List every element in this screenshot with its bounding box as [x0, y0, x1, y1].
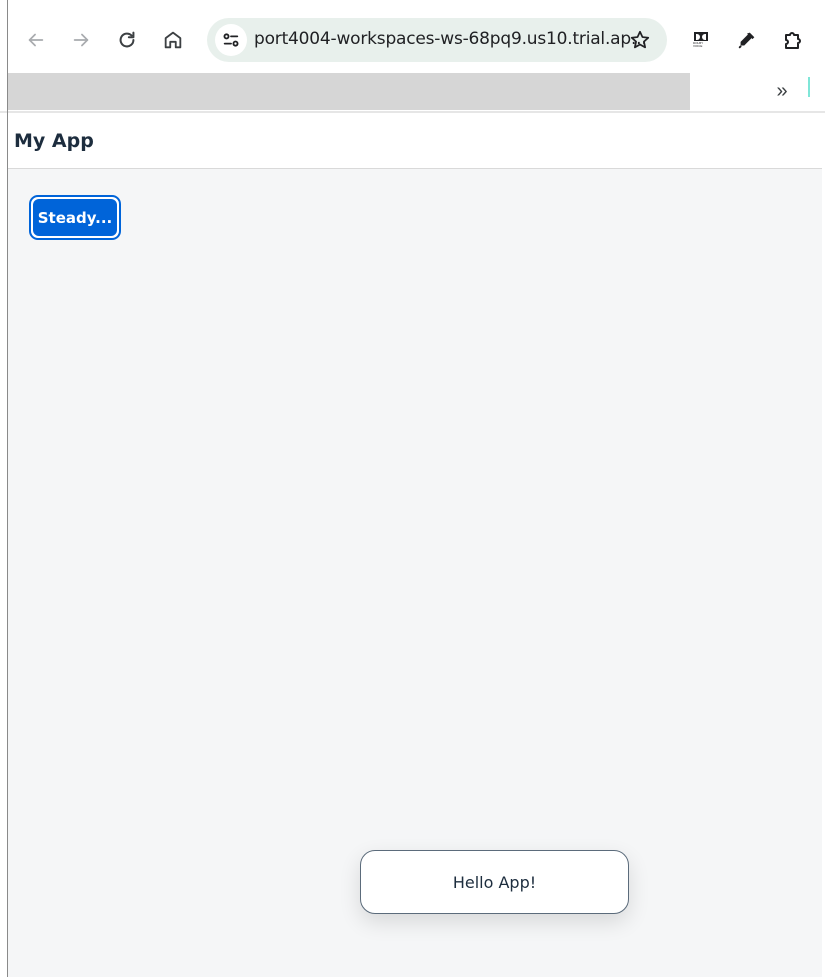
forward-arrow-icon [73, 33, 89, 47]
bookmarks-overflow-button[interactable]: » [768, 76, 796, 106]
bookmark-star-icon [630, 30, 650, 49]
toast-message: Hello App! [452, 872, 537, 892]
bookmark-star-button[interactable] [627, 27, 653, 53]
back-arrow-icon [28, 33, 44, 47]
extensions-button[interactable] [777, 24, 809, 56]
url-text[interactable]: port4004-workspaces-ws-68pq9.us10.trial.… [254, 29, 647, 49]
eyedropper-icon [738, 32, 755, 49]
dolby-label: DOLBY VOICE [693, 41, 704, 48]
message-toast: Hello App! [360, 850, 629, 914]
back-button[interactable] [20, 24, 52, 56]
home-button[interactable] [157, 24, 189, 56]
window-left-edge [7, 0, 8, 977]
forward-button[interactable] [65, 24, 97, 56]
app-header: My App [8, 113, 825, 169]
dolby-logo [694, 32, 708, 41]
home-icon [164, 31, 182, 49]
steady-button[interactable]: Steady... [29, 195, 121, 240]
tab-strip-edge [0, 0, 825, 16]
browser-toolbar: port4004-workspaces-ws-68pq9.us10.trial.… [0, 0, 825, 73]
page-title: My App [14, 130, 94, 152]
dolby-extension-button[interactable]: DOLBY VOICE [685, 24, 717, 56]
eyedropper-extension-button[interactable] [731, 24, 763, 56]
site-info-icon [223, 33, 239, 47]
side-panel-indicator [808, 77, 810, 97]
site-info-button[interactable] [215, 24, 247, 56]
reload-button[interactable] [111, 24, 143, 56]
dolby-extension-icon: DOLBY VOICE [693, 32, 709, 48]
extensions-puzzle-icon [785, 32, 801, 49]
steady-button-label: Steady... [33, 199, 117, 236]
bookmarks-bar: » [0, 73, 825, 111]
bookmarks-area [8, 73, 690, 110]
reload-icon [119, 31, 135, 48]
address-bar[interactable]: port4004-workspaces-ws-68pq9.us10.trial.… [207, 18, 667, 62]
